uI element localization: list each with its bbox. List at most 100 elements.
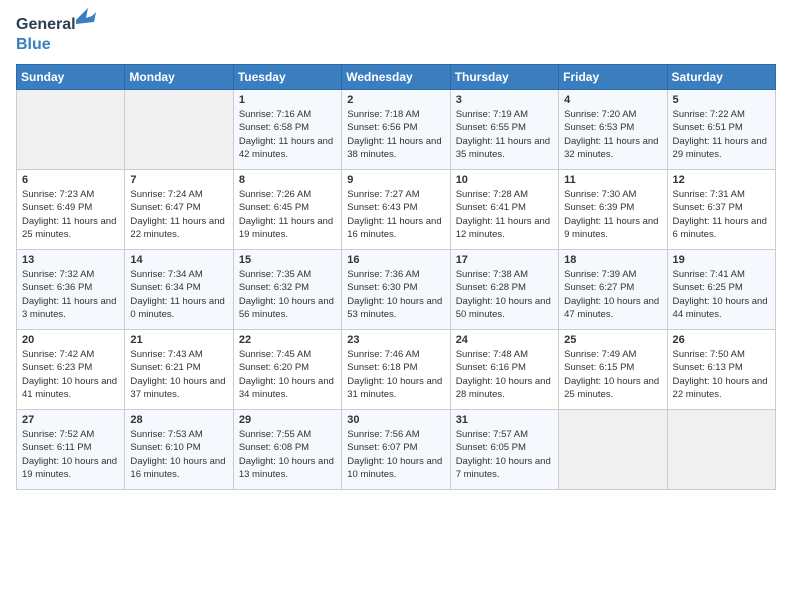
day-info: Sunrise: 7:19 AM Sunset: 6:55 PM Dayligh… [456,108,553,161]
calendar-cell: 15 Sunrise: 7:35 AM Sunset: 6:32 PM Dayli… [233,250,341,330]
day-info: Sunrise: 7:36 AM Sunset: 6:30 PM Dayligh… [347,268,444,321]
calendar-cell: 30 Sunrise: 7:56 AM Sunset: 6:07 PM Dayli… [342,410,450,490]
calendar-cell: 4 Sunrise: 7:20 AM Sunset: 6:53 PM Daylig… [559,90,667,170]
day-info: Sunrise: 7:26 AM Sunset: 6:45 PM Dayligh… [239,188,336,241]
day-number: 23 [347,334,444,346]
day-info: Sunrise: 7:50 AM Sunset: 6:13 PM Dayligh… [673,348,770,401]
calendar-cell: 1 Sunrise: 7:16 AM Sunset: 6:58 PM Daylig… [233,90,341,170]
day-info: Sunrise: 7:16 AM Sunset: 6:58 PM Dayligh… [239,108,336,161]
calendar-cell: 12 Sunrise: 7:31 AM Sunset: 6:37 PM Dayli… [667,170,775,250]
calendar-cell: 22 Sunrise: 7:45 AM Sunset: 6:20 PM Dayli… [233,330,341,410]
calendar-cell: 10Sunrise: 7:28 AM Sunset: 6:41 PM Dayli… [450,170,558,250]
calendar-week-1: 1 Sunrise: 7:16 AM Sunset: 6:58 PM Daylig… [17,90,776,170]
day-header-saturday: Saturday [667,65,775,90]
calendar-cell: 9Sunrise: 7:27 AM Sunset: 6:43 PM Daylig… [342,170,450,250]
page-header: General Blue [16,16,776,54]
day-number: 26 [673,334,770,346]
calendar-cell: 26 Sunrise: 7:50 AM Sunset: 6:13 PM Dayli… [667,330,775,410]
day-number: 24 [456,334,553,346]
day-info: Sunrise: 7:39 AM Sunset: 6:27 PM Dayligh… [564,268,661,321]
day-number: 21 [130,334,227,346]
calendar-cell: 3 Sunrise: 7:19 AM Sunset: 6:55 PM Daylig… [450,90,558,170]
calendar-cell: 18 Sunrise: 7:39 AM Sunset: 6:27 PM Dayli… [559,250,667,330]
day-number: 20 [22,334,119,346]
calendar-cell: 11 Sunrise: 7:30 AM Sunset: 6:39 PM Dayli… [559,170,667,250]
day-header-thursday: Thursday [450,65,558,90]
day-header-wednesday: Wednesday [342,65,450,90]
calendar-week-2: 6 Sunrise: 7:23 AM Sunset: 6:49 PM Daylig… [17,170,776,250]
calendar-cell [559,410,667,490]
calendar-cell: 13 Sunrise: 7:32 AM Sunset: 6:36 PM Dayli… [17,250,125,330]
day-info: Sunrise: 7:27 AM Sunset: 6:43 PM Dayligh… [347,188,444,241]
day-number: 11 [564,174,661,186]
day-info: Sunrise: 7:22 AM Sunset: 6:51 PM Dayligh… [673,108,770,161]
day-number: 14 [130,254,227,266]
calendar-cell: 19Sunrise: 7:41 AM Sunset: 6:25 PM Dayli… [667,250,775,330]
day-info: Sunrise: 7:45 AM Sunset: 6:20 PM Dayligh… [239,348,336,401]
day-number: 18 [564,254,661,266]
calendar-cell: 31Sunrise: 7:57 AM Sunset: 6:05 PM Dayli… [450,410,558,490]
day-header-sunday: Sunday [17,65,125,90]
day-number: 2 [347,94,444,106]
day-info: Sunrise: 7:42 AM Sunset: 6:23 PM Dayligh… [22,348,119,401]
day-number: 6 [22,174,119,186]
calendar-cell: 7 Sunrise: 7:24 AM Sunset: 6:47 PM Daylig… [125,170,233,250]
calendar-cell: 20 Sunrise: 7:42 AM Sunset: 6:23 PM Dayli… [17,330,125,410]
day-number: 16 [347,254,444,266]
day-info: Sunrise: 7:48 AM Sunset: 6:16 PM Dayligh… [456,348,553,401]
day-number: 25 [564,334,661,346]
day-info: Sunrise: 7:46 AM Sunset: 6:18 PM Dayligh… [347,348,444,401]
calendar-cell [667,410,775,490]
day-info: Sunrise: 7:53 AM Sunset: 6:10 PM Dayligh… [130,428,227,481]
calendar-week-5: 27Sunrise: 7:52 AM Sunset: 6:11 PM Dayli… [17,410,776,490]
day-number: 5 [673,94,770,106]
day-number: 28 [130,414,227,426]
day-header-tuesday: Tuesday [233,65,341,90]
calendar-header: SundayMondayTuesdayWednesdayThursdayFrid… [17,65,776,90]
day-info: Sunrise: 7:18 AM Sunset: 6:56 PM Dayligh… [347,108,444,161]
calendar-table: SundayMondayTuesdayWednesdayThursdayFrid… [16,64,776,490]
calendar-cell: 28 Sunrise: 7:53 AM Sunset: 6:10 PM Dayli… [125,410,233,490]
day-number: 29 [239,414,336,426]
day-info: Sunrise: 7:38 AM Sunset: 6:28 PM Dayligh… [456,268,553,321]
day-info: Sunrise: 7:49 AM Sunset: 6:15 PM Dayligh… [564,348,661,401]
day-number: 15 [239,254,336,266]
day-header-monday: Monday [125,65,233,90]
calendar-cell: 21 Sunrise: 7:43 AM Sunset: 6:21 PM Dayli… [125,330,233,410]
day-number: 3 [456,94,553,106]
calendar-cell: 5 Sunrise: 7:22 AM Sunset: 6:51 PM Daylig… [667,90,775,170]
day-info: Sunrise: 7:32 AM Sunset: 6:36 PM Dayligh… [22,268,119,321]
day-info: Sunrise: 7:20 AM Sunset: 6:53 PM Dayligh… [564,108,661,161]
calendar-cell: 27Sunrise: 7:52 AM Sunset: 6:11 PM Dayli… [17,410,125,490]
calendar-week-4: 20 Sunrise: 7:42 AM Sunset: 6:23 PM Dayli… [17,330,776,410]
day-number: 22 [239,334,336,346]
day-info: Sunrise: 7:56 AM Sunset: 6:07 PM Dayligh… [347,428,444,481]
day-info: Sunrise: 7:55 AM Sunset: 6:08 PM Dayligh… [239,428,336,481]
day-info: Sunrise: 7:57 AM Sunset: 6:05 PM Dayligh… [456,428,553,481]
day-info: Sunrise: 7:24 AM Sunset: 6:47 PM Dayligh… [130,188,227,241]
day-info: Sunrise: 7:23 AM Sunset: 6:49 PM Dayligh… [22,188,119,241]
day-number: 8 [239,174,336,186]
day-number: 19 [673,254,770,266]
day-info: Sunrise: 7:52 AM Sunset: 6:11 PM Dayligh… [22,428,119,481]
day-info: Sunrise: 7:34 AM Sunset: 6:34 PM Dayligh… [130,268,227,321]
day-info: Sunrise: 7:43 AM Sunset: 6:21 PM Dayligh… [130,348,227,401]
day-number: 4 [564,94,661,106]
day-info: Sunrise: 7:31 AM Sunset: 6:37 PM Dayligh… [673,188,770,241]
calendar-cell: 24 Sunrise: 7:48 AM Sunset: 6:16 PM Dayli… [450,330,558,410]
day-number: 1 [239,94,336,106]
day-info: Sunrise: 7:35 AM Sunset: 6:32 PM Dayligh… [239,268,336,321]
calendar-cell [17,90,125,170]
day-number: 7 [130,174,227,186]
calendar-cell: 8 Sunrise: 7:26 AM Sunset: 6:45 PM Daylig… [233,170,341,250]
calendar-cell: 16 Sunrise: 7:36 AM Sunset: 6:30 PM Dayli… [342,250,450,330]
day-number: 12 [673,174,770,186]
day-info: Sunrise: 7:30 AM Sunset: 6:39 PM Dayligh… [564,188,661,241]
day-header-friday: Friday [559,65,667,90]
day-number: 13 [22,254,119,266]
day-number: 30 [347,414,444,426]
calendar-cell: 29 Sunrise: 7:55 AM Sunset: 6:08 PM Dayli… [233,410,341,490]
logo: General Blue [16,16,76,54]
calendar-cell: 17Sunrise: 7:38 AM Sunset: 6:28 PM Dayli… [450,250,558,330]
calendar-cell: 6 Sunrise: 7:23 AM Sunset: 6:49 PM Daylig… [17,170,125,250]
